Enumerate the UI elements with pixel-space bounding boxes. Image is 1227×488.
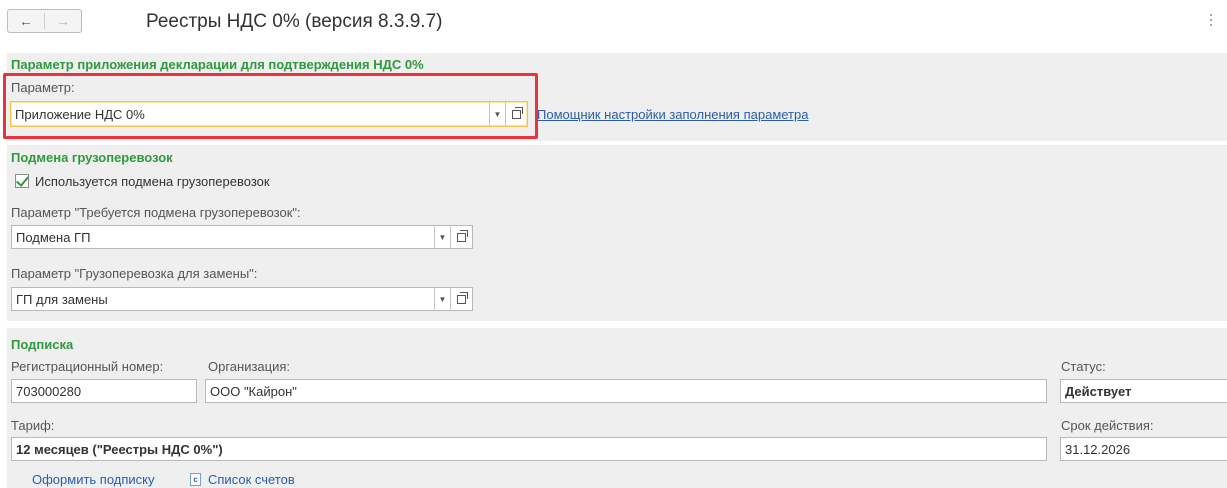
reg-number-label: Регистрационный номер: xyxy=(11,359,164,374)
param1-label: Параметр "Требуется подмена грузоперевоз… xyxy=(11,205,301,220)
subscription-panel-title: Подписка xyxy=(11,337,74,352)
navigation-buttons: ← → xyxy=(7,9,82,33)
invoices-list-link[interactable]: Список счетов xyxy=(208,472,295,487)
more-vertical-icon[interactable] xyxy=(1208,14,1214,30)
arrow-left-icon: ← xyxy=(19,13,33,29)
param2-label: Параметр "Грузоперевозка для замены": xyxy=(11,266,258,281)
validity-label: Срок действия: xyxy=(1061,418,1154,433)
reg-number-field[interactable]: 703000280 xyxy=(11,379,197,403)
freight-substitution-checkbox[interactable] xyxy=(15,174,29,188)
status-label: Статус: xyxy=(1061,359,1106,374)
subscription-panel xyxy=(7,328,1227,488)
validity-value[interactable]: 31.12.2026 xyxy=(1061,442,1227,457)
declaration-panel-title: Параметр приложения декларации для подтв… xyxy=(11,57,424,72)
freight-panel-title: Подмена грузоперевозок xyxy=(11,150,173,165)
param1-field[interactable]: Подмена ГП ▼ xyxy=(11,225,473,249)
param1-value[interactable]: Подмена ГП xyxy=(12,230,434,245)
tariff-field[interactable]: 12 месяцев ("Реестры НДС 0%") xyxy=(11,437,1047,461)
organization-value[interactable]: ООО "Кайрон" xyxy=(206,384,1046,399)
validity-field[interactable]: 31.12.2026 xyxy=(1060,437,1227,461)
organization-label: Организация: xyxy=(208,359,291,374)
open-form-icon[interactable] xyxy=(450,226,472,248)
arrow-right-icon: → xyxy=(56,13,70,29)
invoice-document-icon[interactable]: c xyxy=(190,473,201,486)
reg-number-value[interactable]: 703000280 xyxy=(12,384,196,399)
settings-helper-link[interactable]: Помощник настройки заполнения параметра xyxy=(537,107,808,122)
subscribe-link[interactable]: Оформить подписку xyxy=(32,472,155,487)
dropdown-arrow-icon[interactable]: ▼ xyxy=(434,226,450,248)
back-button[interactable]: ← xyxy=(8,10,44,32)
dropdown-arrow-icon[interactable]: ▼ xyxy=(434,288,450,310)
tariff-value[interactable]: 12 месяцев ("Реестры НДС 0%") xyxy=(12,442,1046,457)
status-value: Действует xyxy=(1065,383,1132,399)
tariff-label: Тариф: xyxy=(11,418,55,433)
param2-field[interactable]: ГП для замены ▼ xyxy=(11,287,473,311)
freight-checkbox-label[interactable]: Используется подмена грузоперевозок xyxy=(35,174,270,189)
forward-button[interactable]: → xyxy=(45,10,81,32)
status-field: Действует xyxy=(1060,379,1227,403)
page-title: Реестры НДС 0% (версия 8.3.9.7) xyxy=(146,11,443,32)
highlight-frame xyxy=(3,73,538,139)
organization-field[interactable]: ООО "Кайрон" xyxy=(205,379,1047,403)
open-form-icon[interactable] xyxy=(450,288,472,310)
param2-value[interactable]: ГП для замены xyxy=(12,292,434,307)
